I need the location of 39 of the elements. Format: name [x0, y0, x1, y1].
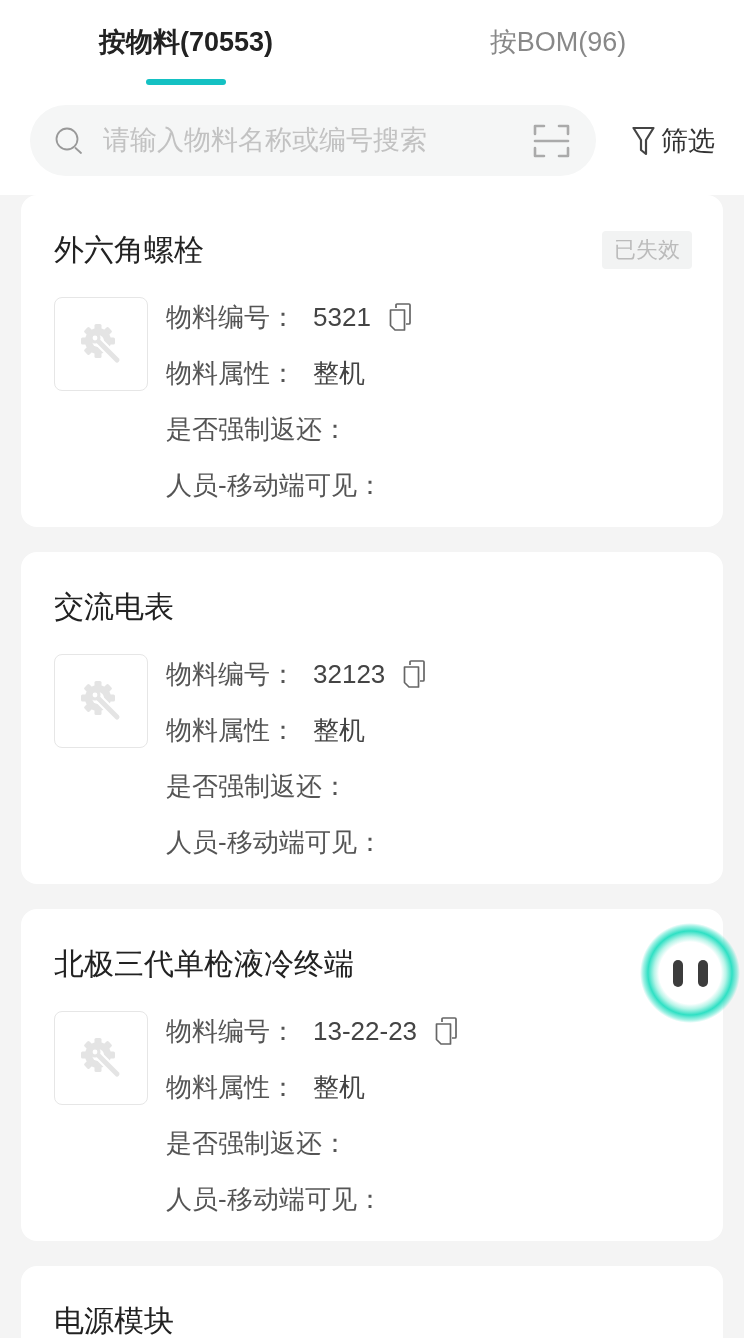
material-title: 北极三代单枪液冷终端: [54, 946, 354, 982]
copy-icon[interactable]: [388, 303, 411, 331]
material-card[interactable]: 电源模块: [21, 1266, 723, 1338]
material-title: 交流电表: [54, 589, 174, 625]
material-title: 外六角螺栓: [54, 232, 204, 268]
material-card[interactable]: 外六角螺栓 已失效 物料编号： 5321 物料属性： 整机 是否强制返还： 人员-移动端可见：: [21, 195, 723, 527]
field-label: 物料属性：: [166, 713, 296, 747]
field-value: 5321: [313, 301, 371, 333]
copy-icon[interactable]: [403, 660, 426, 688]
field-label: 物料属性：: [166, 356, 296, 390]
pause-icon: [672, 959, 708, 987]
field-label: 物料属性：: [166, 1070, 296, 1104]
field-label: 物料编号：: [166, 657, 296, 691]
field-label: 是否强制返还：: [166, 412, 348, 446]
field-label: 物料编号：: [166, 300, 296, 334]
field-label: 人员-移动端可见：: [166, 468, 383, 502]
field-label: 是否强制返还：: [166, 769, 348, 803]
field-value: 整机: [313, 1070, 365, 1104]
field-label: 物料编号：: [166, 1014, 296, 1048]
copy-icon[interactable]: [435, 1017, 458, 1045]
gear-wrench-icon: [80, 1037, 122, 1079]
field-label: 人员-移动端可见：: [166, 825, 383, 859]
filter-button[interactable]: 筛选: [632, 122, 715, 159]
tab[interactable]: 按物料(70553): [0, 0, 372, 85]
field-label: 是否强制返还：: [166, 1126, 348, 1160]
search-icon: [55, 126, 83, 155]
field-value: 13-22-23: [313, 1015, 418, 1047]
field-value: 整机: [313, 713, 365, 747]
status-badge: 已失效: [602, 231, 692, 269]
gear-wrench-icon: [80, 323, 122, 365]
filter-icon: [632, 125, 655, 156]
gear-wrench-icon: [80, 680, 122, 722]
field-value: 整机: [313, 356, 365, 390]
material-card[interactable]: 交流电表 物料编号： 32123 物料属性： 整机 是否强制返还： 人员-移动端可见：: [21, 552, 723, 884]
material-card[interactable]: 北极三代单枪液冷终端 物料编号： 13-22-23 物料属性： 整机 是否强制返还： 人员-移动端可见：: [21, 909, 723, 1241]
field-value: 32123: [313, 658, 386, 690]
tab[interactable]: 按BOM(96): [372, 0, 744, 85]
field-label: 人员-移动端可见：: [166, 1182, 383, 1216]
material-title: 电源模块: [54, 1303, 174, 1338]
